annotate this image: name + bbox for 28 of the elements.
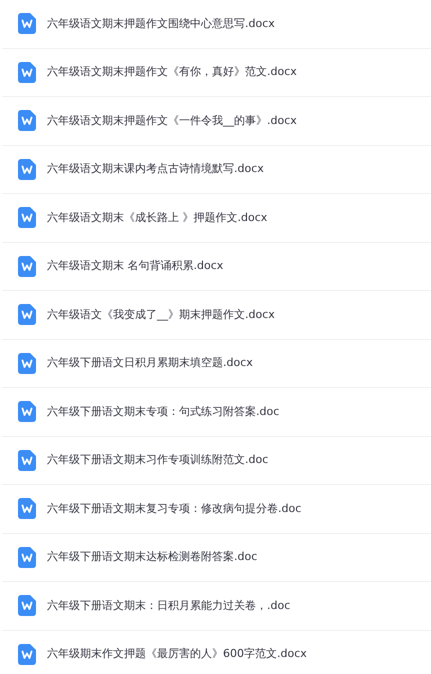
file-name-link[interactable]: 六年级语文期末押题作文《有你，真好》范文.docx [47, 64, 297, 80]
file-name-link[interactable]: 六年级下册语文期末达标检测卷附答案.doc [47, 549, 258, 566]
document-icon [18, 13, 36, 34]
document-icon [18, 498, 36, 520]
document-icon [18, 352, 36, 374]
file-name-link[interactable]: 六年级下册语文期末复习专项：修改病句提分卷.doc [47, 500, 302, 517]
file-name-link[interactable]: 六年级期末作文押题《最厉害的人》600字范文.docx [47, 646, 307, 662]
document-icon [18, 450, 36, 471]
file-name-link[interactable]: 六年级下册语文日积月累期末填空题.docx [47, 355, 253, 372]
document-icon [18, 158, 36, 180]
document-icon [18, 256, 36, 277]
document-icon [18, 110, 36, 132]
file-name-link[interactable]: 六年级下册语文期末：日积月累能力过关卷，.doc [47, 598, 290, 614]
file-name-link[interactable]: 六年级语文《我变成了__》期末押题作文.docx [47, 306, 275, 323]
document-icon [18, 401, 36, 422]
document-icon [18, 304, 36, 326]
file-name-link[interactable]: 六年级语文期末押题作文《一件令我__的事》.docx [47, 112, 297, 129]
file-name-link[interactable]: 六年级语文期末课内考点古诗情境默写.docx [47, 161, 264, 178]
document-icon [18, 644, 36, 665]
document-icon [18, 207, 36, 228]
document-icon [18, 62, 36, 83]
file-name-link[interactable]: 六年级下册语文期末专项：句式练习附答案.doc [47, 404, 280, 420]
file-name-link[interactable]: 六年级语文期末《成长路上 》押题作文.docx [47, 210, 268, 226]
document-icon [18, 595, 36, 616]
file-name-link[interactable]: 六年级下册语文期末习作专项训练附范文.doc [47, 452, 268, 468]
file-name-link[interactable]: 六年级语文期末 名句背诵积累.docx [47, 258, 224, 274]
file-name-link[interactable]: 六年级语文期末押题作文围绕中心意思写.docx [47, 16, 275, 32]
document-icon [18, 546, 36, 568]
